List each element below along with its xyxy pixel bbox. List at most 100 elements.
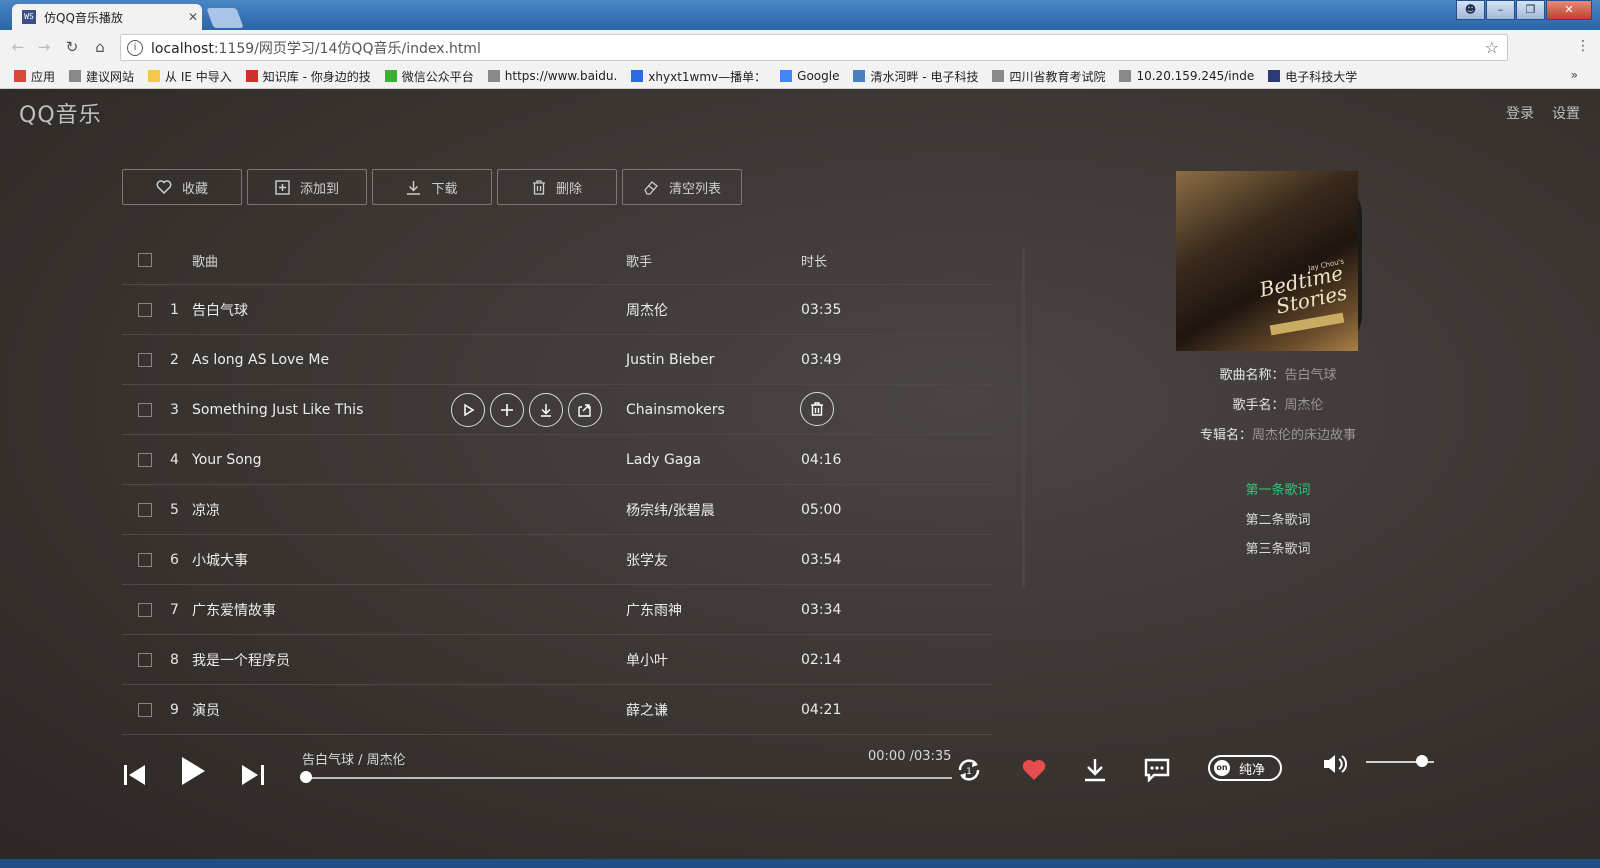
song-checkbox[interactable]: [138, 502, 152, 517]
song-checkbox[interactable]: [138, 652, 152, 667]
menu-icon[interactable]: ⋮: [1576, 38, 1590, 54]
song-checkbox[interactable]: [138, 702, 152, 717]
clear-list-button[interactable]: 清空列表: [622, 169, 742, 205]
bookmark-item[interactable]: 建议网站: [69, 68, 134, 85]
row-play-button[interactable]: [451, 393, 485, 427]
song-name[interactable]: 演员: [192, 700, 220, 720]
bookmark-item[interactable]: 知识库 - 你身边的技: [245, 68, 371, 85]
row-delete-button[interactable]: [800, 392, 834, 426]
forward-icon[interactable]: →: [34, 37, 54, 57]
song-checkbox[interactable]: [138, 452, 152, 467]
url-field[interactable]: i localhost:1159/网页学习/14仿QQ音乐/index.html…: [120, 34, 1508, 61]
song-row[interactable]: 1 告白气球 周杰伦 03:35: [122, 285, 992, 335]
row-share-button[interactable]: [568, 393, 602, 427]
bookmark-label: 知识库 - 你身边的技: [262, 69, 371, 84]
bookmark-item[interactable]: 四川省教育考试院: [992, 68, 1105, 85]
song-singer[interactable]: Lady Gaga: [626, 452, 701, 468]
back-icon[interactable]: ←: [8, 37, 28, 57]
song-name[interactable]: As long AS Love Me: [192, 352, 329, 368]
reload-icon[interactable]: ↻: [62, 37, 82, 57]
comment-icon[interactable]: [1144, 758, 1170, 782]
play-icon[interactable]: [181, 757, 205, 785]
song-row[interactable]: 3 Something Just Like This Chainsmokers: [122, 385, 992, 435]
like-heart-icon[interactable]: [1021, 759, 1047, 781]
song-singer[interactable]: Justin Bieber: [626, 352, 714, 368]
song-singer[interactable]: 周杰伦: [626, 300, 668, 320]
bookmark-item[interactable]: xhyxt1wmv—播单：: [631, 68, 766, 85]
bookmark-item[interactable]: 10.20.159.245/inde: [1119, 69, 1254, 83]
previous-icon[interactable]: [124, 765, 146, 785]
login-link[interactable]: 登录: [1506, 103, 1534, 123]
bookmark-label: Google: [797, 69, 840, 83]
song-row[interactable]: 5 凉凉 杨宗纬/张碧晨 05:00: [122, 485, 992, 535]
song-name[interactable]: 小城大事: [192, 550, 248, 570]
bookmark-item[interactable]: 清水河畔 - 电子科技: [853, 68, 978, 85]
progress-handle[interactable]: [300, 771, 312, 783]
progress-bar[interactable]: [300, 771, 952, 783]
volume-slider[interactable]: [1366, 755, 1434, 767]
add-to-button[interactable]: 添加到: [247, 169, 367, 205]
close-window-button[interactable]: ✕: [1546, 0, 1592, 20]
bookmarks-more-icon[interactable]: »: [1571, 68, 1578, 82]
song-singer[interactable]: Chainsmokers: [626, 402, 725, 418]
song-name[interactable]: Your Song: [192, 452, 262, 468]
bookmark-label: https://www.baidu.: [504, 69, 618, 83]
song-row[interactable]: 7 广东爱情故事 广东雨神 03:34: [122, 585, 992, 635]
list-scrollbar[interactable]: [1022, 247, 1025, 587]
tab-close-icon[interactable]: ✕: [184, 10, 202, 24]
download-song-icon[interactable]: [1083, 757, 1107, 783]
song-singer[interactable]: 广东雨神: [626, 600, 682, 620]
now-playing-text: 告白气球 / 周杰伦: [302, 753, 406, 768]
browser-tab[interactable]: WS 仿QQ音乐播放 ✕: [12, 4, 202, 30]
bookmark-item[interactable]: 电子科技大学: [1268, 68, 1357, 85]
song-singer[interactable]: 单小叶: [626, 650, 668, 670]
volume-handle[interactable]: [1415, 755, 1428, 767]
settings-link[interactable]: 设置: [1552, 103, 1580, 123]
song-number: 9: [170, 701, 179, 718]
info-icon[interactable]: i: [127, 39, 143, 56]
song-checkbox[interactable]: [138, 352, 152, 367]
song-name[interactable]: Something Just Like This: [192, 402, 363, 418]
bookmark-item[interactable]: 微信公众平台: [384, 68, 474, 85]
row-download-button[interactable]: [529, 393, 563, 427]
volume-icon[interactable]: [1322, 753, 1348, 775]
bookmark-item[interactable]: 从 IE 中导入: [148, 68, 232, 85]
song-list: 歌曲 歌手 时长 1 告白气球 周杰伦 03:35 2 As long AS Love M…: [122, 236, 992, 735]
song-row[interactable]: 6 小城大事 张学友 03:54: [122, 535, 992, 585]
song-checkbox[interactable]: [138, 402, 152, 417]
song-row[interactable]: 9 演员 薛之谦 04:21: [122, 685, 992, 735]
song-checkbox[interactable]: [138, 552, 152, 567]
bookmark-item[interactable]: Google: [780, 69, 839, 83]
song-row[interactable]: 2 As long AS Love Me Justin Bieber 03:49: [122, 335, 992, 385]
minimize-button[interactable]: –: [1486, 0, 1515, 20]
song-row[interactable]: 8 我是一个程序员 单小叶 02:14: [122, 635, 992, 685]
pure-mode-toggle[interactable]: on 纯净: [1208, 755, 1282, 781]
maximize-button[interactable]: ❐: [1516, 0, 1545, 20]
loop-icon[interactable]: 1: [955, 757, 983, 783]
download-button[interactable]: 下载: [372, 169, 492, 205]
new-tab-button[interactable]: [206, 8, 244, 28]
url-text[interactable]: localhost:1159/网页学习/14仿QQ音乐/index.html: [151, 38, 1485, 58]
song-row[interactable]: 4 Your Song Lady Gaga 04:16: [122, 435, 992, 485]
song-singer[interactable]: 杨宗纬/张碧晨: [626, 500, 715, 520]
row-add-button[interactable]: [490, 393, 524, 427]
favorite-button[interactable]: 收藏: [122, 169, 242, 205]
delete-button[interactable]: 删除: [497, 169, 617, 205]
next-icon[interactable]: [242, 765, 264, 785]
song-name[interactable]: 凉凉: [192, 500, 220, 520]
user-icon[interactable]: ☻: [1456, 0, 1485, 20]
home-icon[interactable]: ⌂: [90, 37, 110, 57]
song-name[interactable]: 告白气球: [192, 300, 248, 320]
song-name[interactable]: 我是一个程序员: [192, 650, 290, 670]
song-name[interactable]: 广东爱情故事: [192, 600, 276, 620]
bookmark-label: 电子科技大学: [1285, 69, 1358, 84]
bookmark-item[interactable]: 应用: [14, 68, 55, 85]
song-singer[interactable]: 张学友: [626, 550, 668, 570]
select-all-checkbox[interactable]: [138, 253, 152, 267]
song-singer[interactable]: 薛之谦: [626, 700, 668, 720]
song-duration: 03:34: [801, 601, 842, 618]
song-checkbox[interactable]: [138, 602, 152, 617]
bookmark-item[interactable]: https://www.baidu.: [487, 69, 618, 83]
star-icon[interactable]: ☆: [1485, 38, 1499, 57]
song-checkbox[interactable]: [138, 302, 152, 317]
